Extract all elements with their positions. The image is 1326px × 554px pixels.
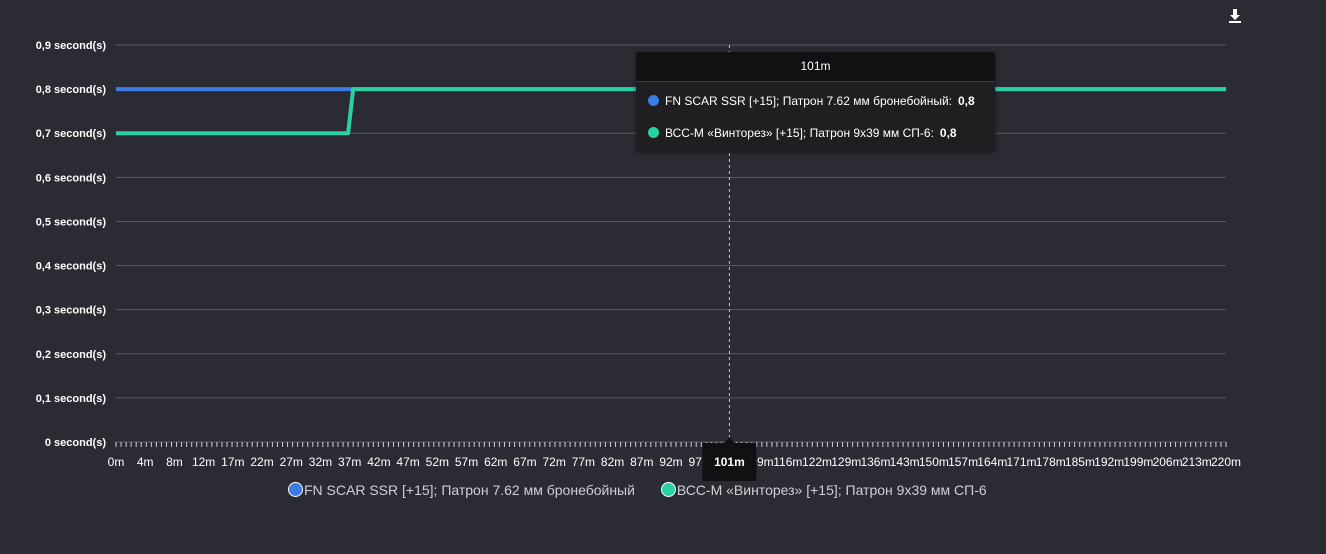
- y-tick-label: 0,9 second(s): [36, 40, 107, 52]
- x-tick-label: 171m: [1007, 455, 1037, 469]
- legend-item-fn-scar[interactable]: FN SCAR SSR [+15]; Патрон 7.62 мм бронеб…: [288, 482, 635, 498]
- tooltip-title: 101m: [636, 52, 995, 82]
- series-dot-icon: [648, 127, 659, 138]
- legend-item-vss-m[interactable]: ВСС-М «Винторез» [+15]; Патрон 9х39 мм С…: [660, 482, 987, 498]
- legend-dot-icon: [660, 482, 676, 497]
- x-tick-label: 82m: [601, 455, 624, 469]
- legend-label: FN SCAR SSR [+15]; Патрон 7.62 мм бронеб…: [304, 482, 635, 498]
- x-tick-label: 143m: [890, 455, 920, 469]
- x-tick-label: 4m: [137, 455, 154, 469]
- x-tick-labels: 0m 4m 8m 12m 17m 22m 27m 32m 37m 42m 47m 52m 57m 62m 6…: [108, 455, 1241, 469]
- x-tick-label: 42m: [367, 455, 390, 469]
- y-tick-label: 0,6 second(s): [36, 172, 107, 184]
- x-tick-label: 192m: [1094, 455, 1124, 469]
- y-tick-label: 0,7 second(s): [36, 128, 107, 140]
- x-tick-label: 122m: [802, 455, 832, 469]
- x-tick-label: 62m: [484, 455, 507, 469]
- x-tick-label: 52m: [426, 455, 449, 469]
- x-tick-label: 213m: [1182, 455, 1212, 469]
- x-tick-label: 199m: [1123, 455, 1153, 469]
- x-tick-label: 129m: [831, 455, 861, 469]
- x-tick-label: 185m: [1065, 455, 1095, 469]
- y-tick-label: 0,1 second(s): [36, 393, 107, 405]
- x-tick-label: 32m: [309, 455, 332, 469]
- y-tick-label: 0,5 second(s): [36, 216, 107, 228]
- y-axis-ticks: 0 second(s) 0,1 second(s) 0,2 second(s) 0,3…: [36, 40, 107, 449]
- tooltip-row: ВСС-М «Винторез» [+15]; Патрон 9х39 мм С…: [648, 125, 957, 141]
- x-tick-label: 12m: [192, 455, 215, 469]
- x-tick-label: 22m: [250, 455, 273, 469]
- x-tick-label: 17m: [221, 455, 244, 469]
- x-tick-label: 116m: [773, 455, 802, 469]
- series-dot-icon: [648, 95, 659, 106]
- x-tick-label: 57m: [455, 455, 478, 469]
- x-tick-label: 72m: [542, 455, 565, 469]
- tooltip: 101m FN SCAR SSR [+15]; Патрон 7.62 мм б…: [636, 52, 995, 151]
- crosshair-label-pointer: [724, 437, 735, 443]
- tooltip-row: FN SCAR SSR [+15]; Патрон 7.62 мм бронеб…: [648, 93, 975, 109]
- y-tick-label: 0,3 second(s): [36, 305, 107, 317]
- x-tick-label: 27m: [280, 455, 303, 469]
- x-tick-label: 8m: [166, 455, 183, 469]
- y-tick-label: 0,8 second(s): [36, 84, 107, 96]
- x-tick-label: 37m: [338, 455, 361, 469]
- y-tick-label: 0 second(s): [45, 437, 106, 449]
- x-tick-label: 77m: [572, 455, 595, 469]
- x-axis: 0m 4m 8m 12m 17m 22m 27m 32m 37m 42m 47m 52m 57m 62m 6…: [108, 442, 1241, 469]
- crosshair-label: 101m: [714, 455, 745, 469]
- x-tick-label: 157m: [948, 455, 978, 469]
- tooltip-row-value: 0,8: [958, 94, 975, 108]
- legend-label: ВСС-М «Винторез» [+15]; Патрон 9х39 мм С…: [676, 482, 987, 498]
- x-tick-label: 178m: [1036, 455, 1066, 469]
- x-tick-label: 67m: [513, 455, 536, 469]
- x-tick-label: 47m: [396, 455, 419, 469]
- legend: FN SCAR SSR [+15]; Патрон 7.62 мм бронеб…: [288, 482, 1009, 502]
- tooltip-row-value: 0,8: [939, 126, 957, 140]
- y-tick-label: 0,4 second(s): [36, 261, 107, 273]
- x-tick-label: 136m: [860, 455, 890, 469]
- x-tick-label: 92m: [659, 455, 682, 469]
- y-tick-label: 0,2 second(s): [36, 349, 107, 361]
- x-tick-label: 206m: [1153, 455, 1183, 469]
- x-tick-label: 0m: [108, 455, 125, 469]
- tooltip-row-label: FN SCAR SSR [+15]; Патрон 7.62 мм бронеб…: [665, 94, 952, 108]
- legend-dot-icon: [288, 482, 303, 497]
- tooltip-row-label: ВСС-М «Винторез» [+15]; Патрон 9х39 мм С…: [665, 126, 934, 140]
- x-tick-label: 164m: [977, 455, 1007, 469]
- x-tick-label: 150m: [919, 455, 949, 469]
- x-tick-label: 220m: [1211, 455, 1241, 469]
- download-icon[interactable]: [1226, 7, 1244, 25]
- x-tick-label: 87m: [630, 455, 653, 469]
